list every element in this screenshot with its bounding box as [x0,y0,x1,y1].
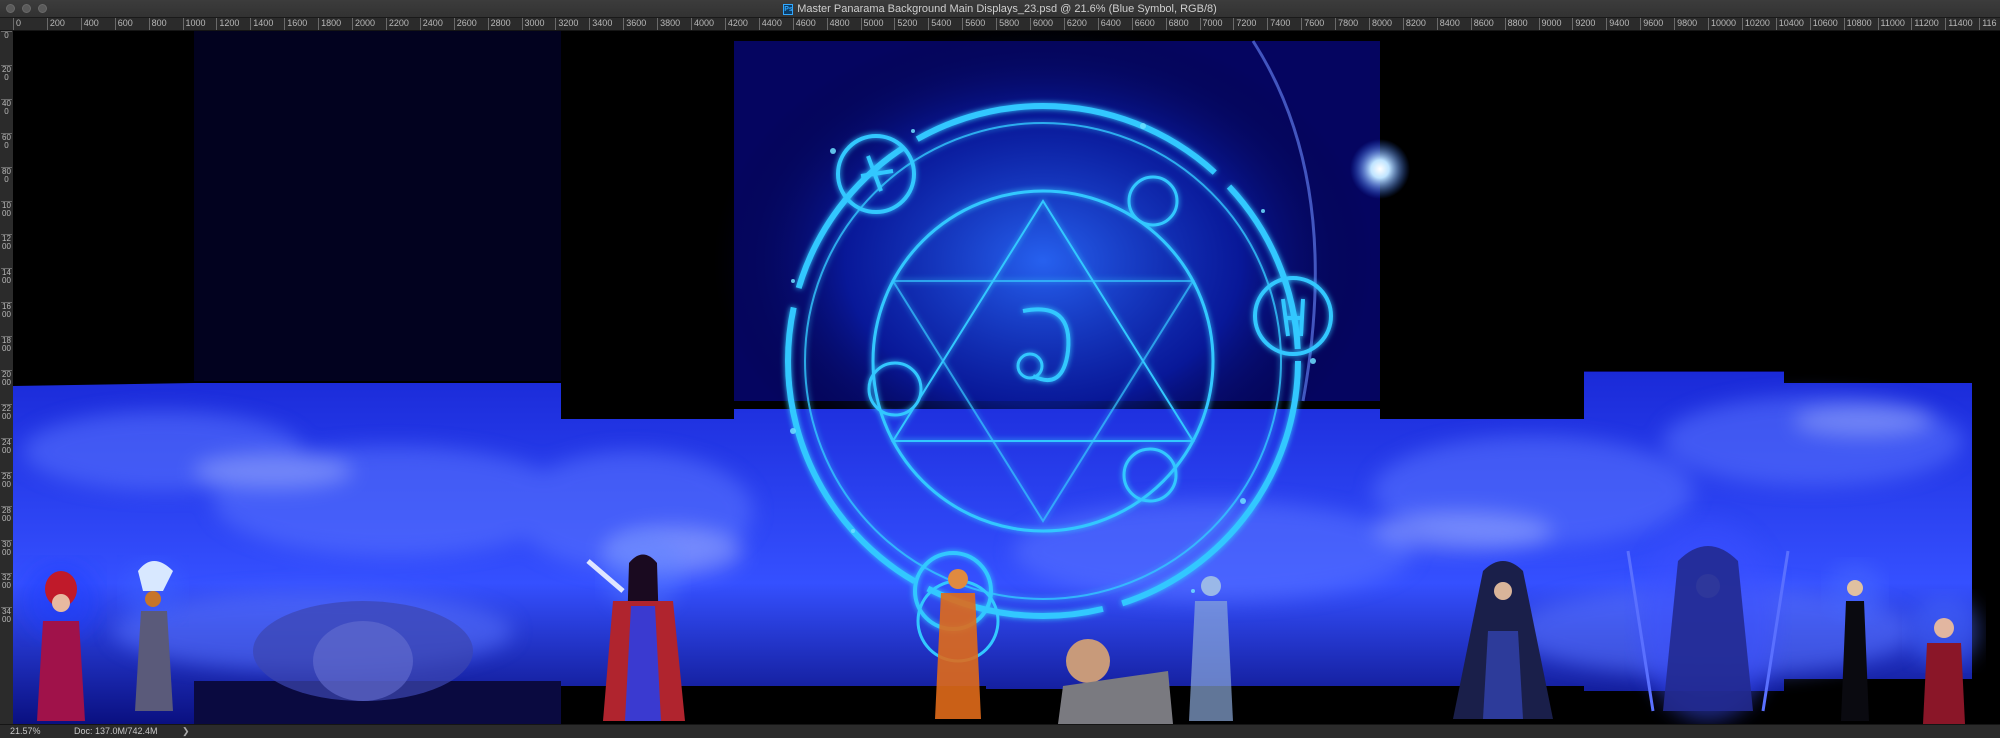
ruler-left-label: 3400 [1,607,12,625]
ruler-top-label: 5000 [860,18,884,30]
ruler-left-label: 200 [1,64,12,82]
ruler-top-label: 6400 [1097,18,1121,30]
ruler-top-label: 9200 [1572,18,1595,30]
ruler-left-label: 1600 [1,302,12,320]
ruler-top-label: 5800 [996,18,1019,30]
ruler-top-label: 7000 [1199,18,1223,30]
ruler-top-label: 4200 [724,18,748,30]
ruler-left-label: 600 [1,132,12,150]
ruler-left-label: 2800 [1,505,12,523]
zoom-level[interactable]: 21.57% [10,725,41,738]
close-window-button[interactable] [6,4,15,13]
ruler-top-label: 11400 [1945,18,1973,30]
ruler-top-label: 6000 [1030,18,1053,30]
moon [1350,139,1410,199]
ruler-left-label: 1400 [1,268,12,286]
ruler-top-label: 8800 [1504,18,1528,30]
horizontal-ruler[interactable]: 0 200 400 600 800 1000 1200 1400 1600 1800 2000 220… [0,18,2000,31]
ruler-left-label: 2400 [1,437,12,455]
ruler-left-label: 2600 [1,471,12,489]
status-menu-arrow-icon[interactable]: ❯ [182,725,190,738]
ruler-top-label: 116 [1979,18,1997,30]
ruler-top-label: 3600 [623,18,646,30]
ruler-left-label: 1000 [1,200,12,218]
ruler-left-label: 800 [1,166,12,184]
ruler-top-label: 3800 [657,18,680,30]
status-bar: 21.57% Doc: 137.0M/742.4M ❯ [0,724,2000,738]
ruler-top-label: 1400 [250,18,273,30]
ruler-top-label: 7400 [1267,18,1290,30]
ruler-top-label: 5600 [962,18,985,30]
ruler-top-label: 2800 [487,18,511,30]
ruler-top-label: 10200 [1741,18,1770,30]
document-canvas[interactable] [13,31,2000,724]
ruler-top-label: 6200 [1063,18,1087,30]
ruler-top-label: 1800 [318,18,341,30]
vertical-ruler[interactable]: 0 200 400 600 800 1000 1200 1400 1600 1800 2000 220… [0,31,14,724]
ruler-top-label: 600 [114,18,133,30]
ruler-top-label: 10400 [1775,18,1804,30]
zoom-window-button[interactable] [38,4,47,13]
ruler-top-label: 3200 [555,18,578,30]
ruler-top-label: 800 [148,18,167,30]
ruler-top-label: 2400 [419,18,443,30]
ruler-top-label: 5200 [894,18,917,30]
left-sky-panel [194,31,561,381]
ruler-top-label: 2000 [352,18,375,30]
ruler-top-label: 10600 [1809,18,1838,30]
ruler-top-label: 3400 [589,18,612,30]
ruler-top-label: 9400 [1606,18,1629,30]
ruler-top-label: 8200 [1402,18,1426,30]
ruler-top-label: 9000 [1538,18,1562,30]
ruler-top-label: 5400 [928,18,951,30]
minimize-window-button[interactable] [22,4,31,13]
ruler-top-label: 8600 [1470,18,1494,30]
title-bar: Ps Master Panarama Background Main Displ… [0,0,2000,18]
ruler-top-label: 4400 [758,18,782,30]
artwork [13,31,2000,724]
ruler-top-label: 2200 [385,18,409,30]
ruler-top-label: 10000 [1708,18,1736,30]
ruler-left-label: 2200 [1,403,12,421]
ruler-top-label: 4800 [826,18,850,30]
ruler-top-label: 400 [80,18,99,30]
ruler-left-label: 1800 [1,336,12,354]
ruler-top-label: 8000 [1369,18,1392,30]
ruler-left-label: 2000 [1,370,12,387]
ruler-top-label: 7800 [1335,18,1358,30]
ruler-top-label: 6600 [1131,18,1155,30]
ruler-top-label: 1000 [182,18,206,30]
ruler-top-label: 0 [13,18,21,30]
ruler-left-label: 0 [1,31,12,40]
ruler-top-label: 200 [46,18,65,30]
ruler-top-label: 11200 [1911,18,1939,30]
ruler-left-label: 3200 [1,573,12,591]
ruler-top-label: 1200 [216,18,239,30]
ruler-top-label: 10800 [1843,18,1872,30]
ruler-left-label: 3000 [1,539,12,557]
ruler-top-label: 2600 [453,18,477,30]
document-size: Doc: 137.0M/742.4M [74,726,158,736]
ruler-left-label: 400 [1,98,12,116]
ruler-top-label: 9800 [1674,18,1697,30]
ruler-left-label: 1200 [1,234,12,252]
ruler-top-label: 4000 [691,18,714,30]
ruler-top-label: 6800 [1165,18,1189,30]
ruler-top-label: 4600 [792,18,816,30]
ruler-top-label: 11000 [1877,18,1905,30]
window-title: Master Panarama Background Main Displays… [797,3,1217,15]
ruler-top-label: 1600 [284,18,307,30]
ruler-top-label: 7600 [1301,18,1324,30]
ruler-top-label: 3000 [521,18,545,30]
ruler-top-label: 8400 [1436,18,1460,30]
ruler-top-label: 7200 [1233,18,1256,30]
photoshop-icon: Ps [783,4,794,15]
ruler-top-label: 9600 [1640,18,1663,30]
